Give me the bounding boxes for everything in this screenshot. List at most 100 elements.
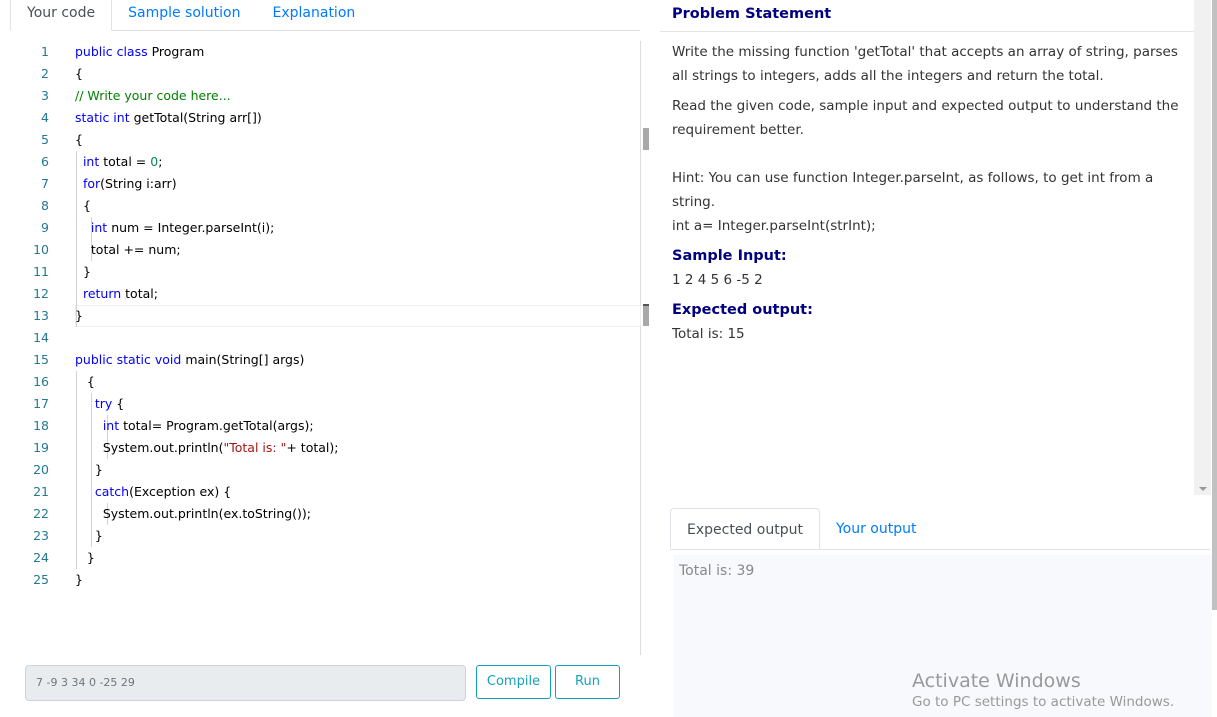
code-line[interactable]: 3 // Write your code here... <box>0 85 641 107</box>
code-token-pl: (String i:arr) <box>100 176 177 191</box>
line-number: 7 <box>41 176 49 191</box>
problem-panel: Problem Statement Write the missing func… <box>660 0 1194 490</box>
tab-explanation[interactable]: Explanation <box>257 0 372 31</box>
line-number: 23 <box>33 528 49 543</box>
output-tabs: Expected output Your output <box>670 508 1210 550</box>
code-token-pl: } <box>75 308 83 323</box>
code-line[interactable]: 6 int total = 0; <box>0 151 641 173</box>
code-line[interactable]: 4 static int getTotal(String arr[]) <box>0 107 641 129</box>
code-line[interactable]: 7 for(String i:arr) <box>0 173 641 195</box>
code-token-pl: { <box>116 396 125 411</box>
tab-expected-output[interactable]: Expected output <box>670 508 820 549</box>
code-token-kw: int <box>82 154 104 169</box>
code-token-kw: int <box>90 220 112 235</box>
code-line[interactable]: 18 int total= Program.getTotal(args); <box>0 415 641 437</box>
scroll-down-icon[interactable] <box>1199 487 1207 491</box>
line-number: 12 <box>33 286 49 301</box>
code-line[interactable]: 1 public class Program <box>0 41 641 63</box>
code-line[interactable]: 21 catch(Exception ex) { <box>0 481 641 503</box>
code-text: { <box>75 195 91 217</box>
code-token-pl: num = Integer.parseInt(i); <box>111 220 275 235</box>
code-text: try { <box>75 393 124 415</box>
code-line[interactable]: 8 { <box>0 195 641 217</box>
code-line[interactable]: 22 System.out.println(ex.toString()); <box>0 503 641 525</box>
line-number: 2 <box>41 66 49 81</box>
watermark-title: Activate Windows <box>912 670 1081 692</box>
code-token-kw: catch <box>94 484 130 499</box>
sample-input-label: Sample Input: <box>672 248 787 264</box>
code-line[interactable]: 14 <box>0 327 641 349</box>
code-token-kw: public class <box>75 44 152 59</box>
code-text: System.out.println(ex.toString()); <box>75 503 311 525</box>
code-text: return total; <box>75 283 158 305</box>
line-number: 21 <box>33 484 49 499</box>
code-line[interactable]: 13} <box>0 305 641 327</box>
code-text: } <box>75 261 91 283</box>
code-token-kw: try <box>94 396 117 411</box>
code-text: int total = 0; <box>75 151 162 173</box>
code-token-pl: System.out.println( <box>75 440 224 455</box>
code-token-str: "Total is: " <box>223 440 287 455</box>
code-token-pl: total= Program.getTotal(args); <box>123 418 314 433</box>
line-number: 8 <box>41 198 49 213</box>
code-token-kw: int <box>102 418 124 433</box>
code-token-kw: return <box>82 286 126 301</box>
line-number: 9 <box>41 220 49 235</box>
code-line[interactable]: 25} <box>0 569 641 591</box>
code-token-pl: total = <box>103 154 151 169</box>
tab-sample-solution[interactable]: Sample solution <box>112 0 256 31</box>
code-line[interactable]: 17 try { <box>0 393 641 415</box>
sample-input: 1 2 4 5 6 -5 2 <box>672 272 763 288</box>
problem-scrollbar[interactable] <box>1194 0 1211 495</box>
code-token-pl: } <box>75 264 91 279</box>
code-line[interactable]: 23 } <box>0 525 641 547</box>
code-text: } <box>75 459 103 481</box>
code-text: int num = Integer.parseInt(i); <box>75 217 274 239</box>
code-line[interactable]: 2{ <box>0 63 641 85</box>
code-line[interactable]: 24 } <box>0 547 641 569</box>
code-line[interactable]: 15 public static void main(String[] args) <box>0 349 641 371</box>
code-line[interactable]: 16 { <box>0 371 641 393</box>
line-number: 3 <box>41 88 49 103</box>
page-scrollbar[interactable] <box>1212 0 1217 610</box>
code-line[interactable]: 11 } <box>0 261 641 283</box>
code-token-pl: total += num; <box>75 242 181 257</box>
code-text: public class Program <box>75 41 204 63</box>
code-editor[interactable]: 1 public class Program 2{3// Write your co… <box>0 41 641 655</box>
code-token-kw: static int <box>75 110 134 125</box>
run-button[interactable]: Run <box>555 665 620 699</box>
code-token-pl: { <box>75 198 91 213</box>
code-line[interactable]: 20 } <box>0 459 641 481</box>
tab-your-output[interactable]: Your output <box>820 508 933 549</box>
watermark-subtitle: Go to PC settings to activate Windows. <box>912 694 1175 710</box>
editor-tabs: Your code Sample solution Explanation <box>10 0 640 31</box>
code-line[interactable]: 19 System.out.println("Total is: "+ tota… <box>0 437 641 459</box>
line-number: 20 <box>33 462 49 477</box>
line-number: 22 <box>33 506 49 521</box>
code-token-num: 0 <box>150 154 159 169</box>
code-line[interactable]: 5{ <box>0 129 641 151</box>
line-number: 5 <box>41 132 49 147</box>
scroll-marker <box>643 304 649 326</box>
program-arguments-input[interactable]: 7 -9 3 34 0 -25 29 <box>25 665 466 701</box>
code-line[interactable]: 9 int num = Integer.parseInt(i); <box>0 217 641 239</box>
code-line[interactable]: 12 return total; <box>0 283 641 305</box>
code-token-kw: for <box>82 176 101 191</box>
line-number: 17 <box>33 396 49 411</box>
compile-button[interactable]: Compile <box>476 665 551 699</box>
code-text: } <box>75 569 83 591</box>
line-number: 14 <box>33 330 49 345</box>
line-number: 19 <box>33 440 49 455</box>
tab-your-code[interactable]: Your code <box>10 0 113 31</box>
code-token-pl: System.out.println(ex.toString()); <box>75 506 312 521</box>
code-token-pl: getTotal(String arr[]) <box>133 110 262 125</box>
code-token-pl: + total); <box>286 440 339 455</box>
code-text: System.out.println("Total is: "+ total); <box>75 437 339 459</box>
code-line[interactable]: 10 total += num; <box>0 239 641 261</box>
code-token-pl: { <box>75 66 83 81</box>
code-text: public static void main(String[] args) <box>75 349 304 371</box>
